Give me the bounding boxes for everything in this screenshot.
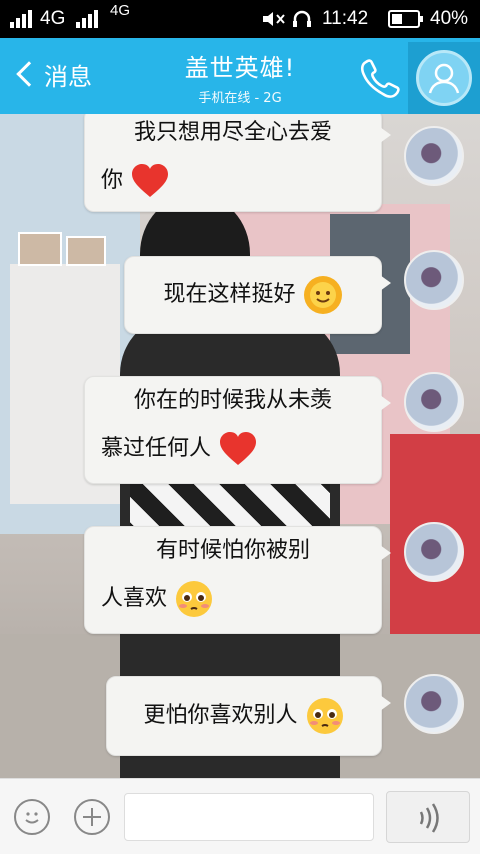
message-text-line2: 慕过任何人 [101,436,212,461]
signal-icon [10,10,32,28]
status-bar: 4G 4G 11:42 40% [0,0,480,38]
profile-button[interactable] [408,42,480,114]
heart-emoji-icon [220,432,257,465]
user-icon [428,63,460,94]
back-label: 消息 [44,62,92,91]
pleading-face-emoji-icon [306,698,343,734]
voice-button[interactable] [386,791,470,843]
smiley-icon [25,812,39,824]
message-bubble[interactable]: 现在这样挺好 [124,256,391,334]
background-photo-frame [18,232,62,266]
online-status: 手机在线 - 2G [198,91,282,106]
message-text-line1: 更怕你喜欢别人 [143,703,298,728]
sun-smile-emoji-icon [303,276,342,314]
background-photo-frame [66,236,106,266]
emoji-button[interactable] [14,799,50,835]
message-text-line1: 我只想用尽全心去爱 [133,120,332,145]
phone-icon[interactable] [356,54,400,98]
avatar[interactable] [404,522,464,582]
avatar[interactable] [404,126,464,186]
message-text-line2: 你 [101,168,124,193]
mute-icon [263,12,285,26]
network-type-1: 4G [40,8,66,29]
battery-percent: 40% [430,8,469,29]
profile-avatar [416,50,472,106]
message-text-line1: 现在这样挺好 [163,282,296,307]
message-bubble[interactable]: 更怕你喜欢别人 [106,676,391,756]
message-text-line2: 人喜欢 [101,586,168,611]
chevron-left-icon [16,61,42,87]
voice-wave-icon [419,803,439,833]
network-type-2: 4G [110,2,131,19]
avatar[interactable] [404,674,464,734]
chat-header: 消息 盖世英雄! 手机在线 - 2G [0,38,480,114]
add-button[interactable] [74,799,110,835]
avatar[interactable] [404,372,464,432]
message-bubble[interactable]: 有时候怕你被别 人喜欢 [84,526,391,634]
title-block: 盖世英雄! 手机在线 - 2G [120,48,360,106]
contact-name: 盖世英雄! [184,54,296,82]
back-button[interactable]: 消息 [14,54,92,94]
avatar[interactable] [404,250,464,310]
message-input[interactable] [124,793,374,841]
input-bar [0,778,480,854]
message-bubble[interactable]: 我只想用尽全心去爱 你 [84,114,391,212]
signal-icon-2 [76,10,98,28]
headset-icon [293,10,311,27]
battery-icon [388,10,423,28]
plus-icon [83,808,101,826]
message-text-line1: 你在的时候我从未羡 [133,388,332,413]
clock: 11:42 [322,8,369,29]
message-bubble[interactable]: 你在的时候我从未羡 慕过任何人 [84,376,391,484]
heart-emoji-icon [132,164,169,197]
pleading-face-emoji-icon [176,581,213,617]
chat-area[interactable]: 我只想用尽全心去爱 你 现在这样挺好 你在的时候我从未羡 慕过任何人 有时候怕你… [0,114,480,778]
message-text-line1: 有时候怕你被别 [155,538,310,563]
